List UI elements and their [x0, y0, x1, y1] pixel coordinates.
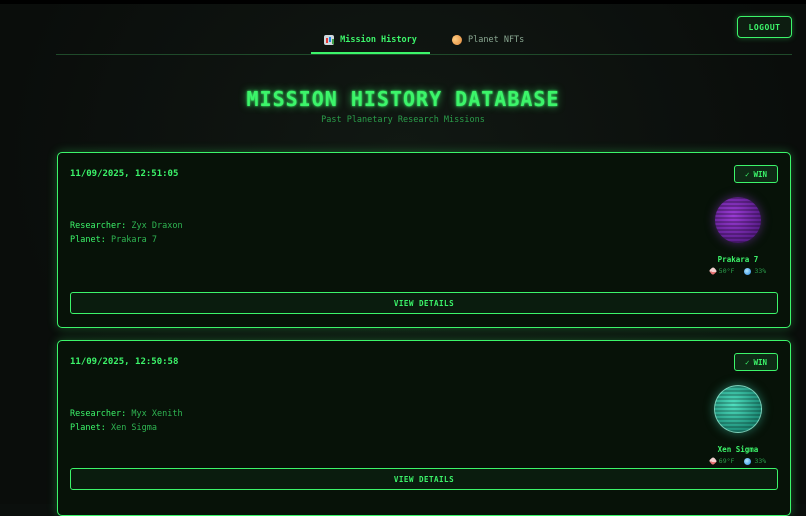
- mission-card: 11/09/2025, 12:50:58 ✓ WIN Researcher: M…: [57, 340, 791, 516]
- temperature-value: 50°F: [718, 267, 735, 275]
- researcher-field: Researcher: Myx Xenith: [70, 409, 183, 419]
- view-details-button[interactable]: VIEW DETAILS: [70, 468, 778, 490]
- planet-label: Planet:: [70, 423, 106, 433]
- researcher-value: Myx Xenith: [131, 409, 183, 419]
- mission-timestamp: 11/09/2025, 12:51:05: [70, 169, 179, 179]
- planet-name: Xen Sigma: [717, 445, 759, 454]
- planet-name: Prakara 7: [717, 255, 759, 264]
- planet-stats: 69°F 33%: [698, 456, 778, 466]
- planet-value: Prakara 7: [110, 235, 158, 245]
- water-drop-icon: [744, 457, 752, 465]
- bar-chart-icon: [324, 35, 335, 45]
- temperature-value: 69°F: [718, 457, 735, 465]
- app-frame: LOGOUT Mission History Planet NFTs MISSI…: [0, 0, 806, 516]
- view-details-button[interactable]: VIEW DETAILS: [70, 292, 778, 314]
- result-badge: ✓ WIN: [734, 353, 778, 371]
- tab-label: Mission History: [340, 35, 417, 45]
- researcher-label: Researcher:: [70, 221, 127, 231]
- page-title: MISSION HISTORY DATABASE: [246, 87, 560, 111]
- planet-image: [715, 197, 761, 243]
- water-value: 33%: [754, 267, 767, 275]
- planet-preview: Xen Sigma 69°F 33%: [698, 385, 778, 466]
- planet-value: Xen Sigma: [110, 423, 158, 433]
- tab-bar: Mission History Planet NFTs: [56, 28, 792, 55]
- tab-mission-history[interactable]: Mission History: [311, 28, 430, 54]
- planet-preview: Prakara 7 50°F 33%: [698, 197, 778, 276]
- result-badge: ✓ WIN: [734, 165, 778, 183]
- water-drop-icon: [744, 267, 752, 275]
- tab-planet-nfts[interactable]: Planet NFTs: [450, 28, 525, 52]
- tab-label: Planet NFTs: [468, 35, 525, 45]
- result-label: WIN: [753, 169, 768, 179]
- planet-stats: 50°F 33%: [698, 266, 778, 276]
- page-subtitle: Past Planetary Research Missions: [321, 115, 485, 125]
- planet-label: Planet:: [70, 235, 106, 245]
- researcher-field: Researcher: Zyx Draxon: [70, 221, 183, 231]
- mission-card: 11/09/2025, 12:51:05 ✓ WIN Researcher: Z…: [57, 152, 791, 328]
- check-icon: ✓: [744, 169, 750, 179]
- check-icon: ✓: [744, 357, 750, 367]
- planet-field: Planet: Prakara 7: [70, 235, 157, 245]
- thermometer-icon: [708, 456, 718, 466]
- result-label: WIN: [753, 357, 768, 367]
- planet-field: Planet: Xen Sigma: [70, 423, 157, 433]
- mission-timestamp: 11/09/2025, 12:50:58: [70, 357, 179, 367]
- researcher-value: Zyx Draxon: [131, 221, 183, 231]
- ringed-planet-icon: [450, 33, 464, 47]
- water-value: 33%: [754, 457, 767, 465]
- planet-image: [714, 385, 762, 433]
- thermometer-icon: [708, 266, 718, 276]
- researcher-label: Researcher:: [70, 409, 127, 419]
